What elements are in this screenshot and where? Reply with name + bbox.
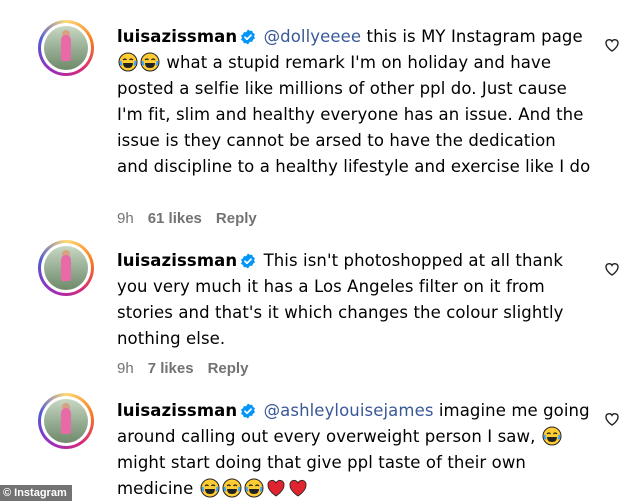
avatar[interactable] — [38, 240, 94, 296]
timestamp: 9h — [117, 360, 134, 377]
comment-meta: 9h 7 likes Reply — [117, 360, 248, 377]
reply-button[interactable]: Reply — [208, 360, 249, 377]
mention-link[interactable]: @dollyeeee — [264, 27, 362, 46]
laughing-emoji-icon — [118, 52, 138, 72]
likes-count[interactable]: 7 likes — [148, 360, 194, 377]
laughing-emoji-icon — [222, 478, 242, 498]
laughing-emoji-icon — [200, 478, 220, 498]
comment-text: luisazissman @ashleylouisejames imagine … — [117, 398, 592, 502]
reply-button[interactable]: Reply — [216, 210, 257, 227]
laughing-emoji-icon — [244, 478, 264, 498]
like-heart-icon[interactable] — [604, 411, 620, 427]
like-heart-icon[interactable] — [604, 261, 620, 277]
username[interactable]: luisazissman — [117, 251, 237, 270]
red-heart-emoji-icon — [289, 479, 307, 497]
like-heart-icon[interactable] — [604, 37, 620, 53]
likes-count[interactable]: 61 likes — [148, 210, 202, 227]
laughing-emoji-icon — [542, 426, 562, 446]
comment-text: luisazissman @dollyeeee this is MY Insta… — [117, 24, 592, 180]
comment-meta: 9h 61 likes Reply — [117, 210, 257, 227]
username[interactable]: luisazissman — [117, 27, 237, 46]
comment-body: might start doing that give ppl taste of… — [117, 453, 526, 498]
instagram-watermark: © Instagram — [0, 485, 72, 501]
laughing-emoji-icon — [140, 52, 160, 72]
comment-body: what a stupid remark I'm on holiday and … — [117, 53, 591, 176]
comment-body: this is MY Instagram page — [361, 27, 583, 46]
verified-badge-icon — [241, 253, 256, 269]
avatar[interactable] — [38, 393, 94, 449]
red-heart-emoji-icon — [267, 479, 285, 497]
comment-text: luisazissman This isn't photoshopped at … — [117, 248, 592, 352]
mention-link[interactable]: @ashleylouisejames — [264, 401, 434, 420]
verified-badge-icon — [241, 29, 256, 45]
avatar[interactable] — [38, 20, 94, 76]
username[interactable]: luisazissman — [117, 401, 237, 420]
verified-badge-icon — [241, 403, 256, 419]
timestamp: 9h — [117, 210, 134, 227]
